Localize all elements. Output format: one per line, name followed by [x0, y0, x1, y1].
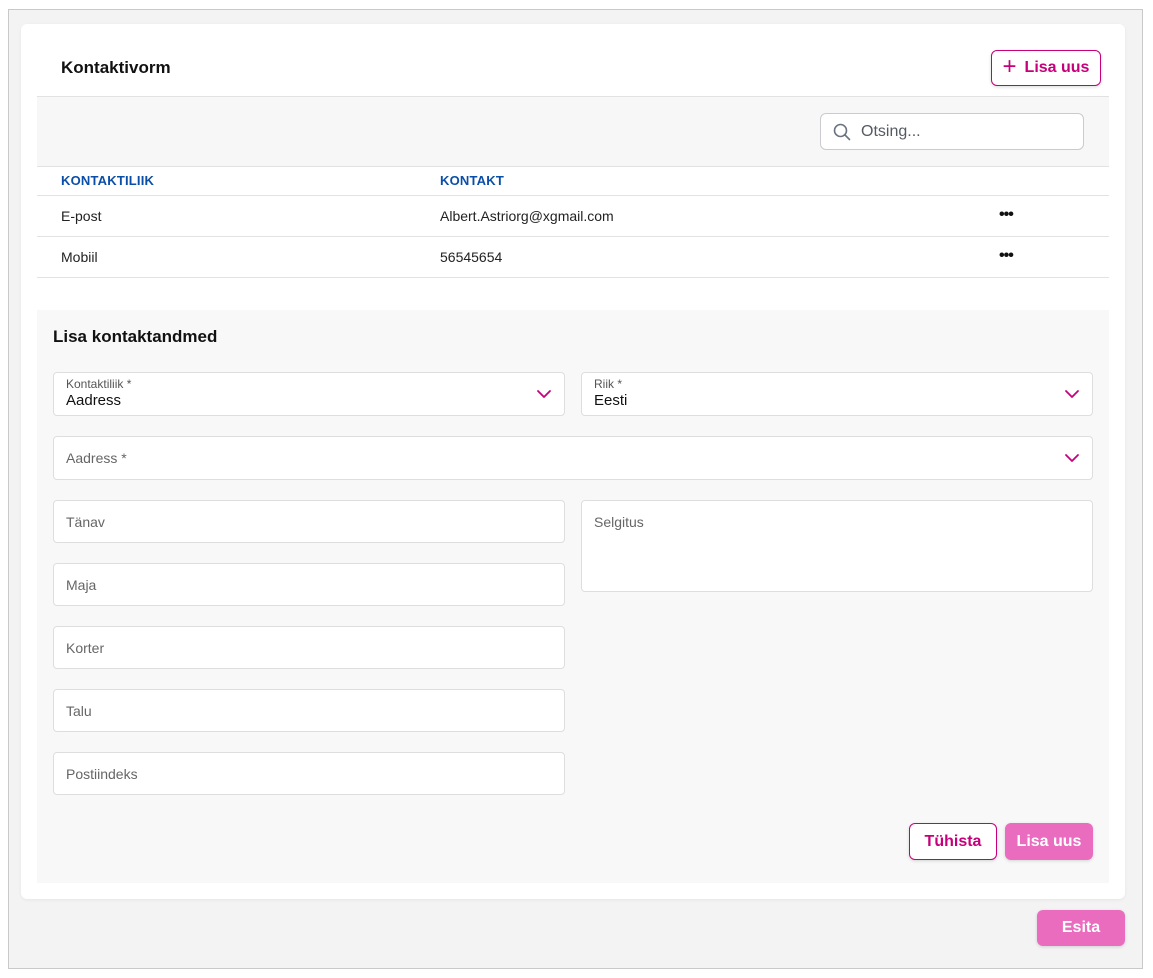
- apartment-placeholder: Korter: [66, 640, 105, 656]
- postal-code-field[interactable]: Postiindeks: [53, 752, 565, 795]
- search-input[interactable]: [861, 122, 1061, 141]
- page-title: Kontaktivorm: [61, 58, 171, 77]
- row-divider: [37, 277, 1109, 278]
- section-title: Lisa kontaktandmed: [53, 327, 218, 346]
- street-placeholder: Tänav: [66, 514, 105, 530]
- postal-code-placeholder: Postiindeks: [66, 766, 138, 782]
- farm-placeholder: Talu: [66, 703, 92, 719]
- explanation-textarea[interactable]: Selgitus: [581, 500, 1093, 592]
- chevron-down-icon: [1065, 454, 1079, 462]
- address-select[interactable]: Aadress *: [53, 436, 1093, 480]
- chevron-down-icon: [537, 390, 551, 398]
- address-placeholder: Aadress *: [66, 450, 127, 466]
- submit-button[interactable]: Esita: [1037, 910, 1125, 946]
- apartment-field[interactable]: Korter: [53, 626, 565, 669]
- contact-type-label: Kontaktiliik *: [66, 377, 132, 391]
- add-contact-button-label: Lisa uus: [1016, 832, 1082, 850]
- explanation-placeholder: Selgitus: [594, 514, 644, 530]
- chevron-down-icon: [1065, 390, 1079, 398]
- cell-contact: 56545654: [440, 249, 503, 265]
- search-field[interactable]: [820, 113, 1084, 150]
- country-label: Riik *: [594, 377, 623, 391]
- cell-contact-type: E-post: [61, 208, 102, 224]
- submit-button-label: Esita: [1061, 919, 1101, 936]
- contact-type-select[interactable]: Kontaktiliik * Aadress: [53, 372, 565, 416]
- house-placeholder: Maja: [66, 577, 97, 593]
- cell-contact-type: Mobiil: [61, 249, 98, 265]
- contact-type-value: Aadress: [66, 392, 122, 409]
- row-divider: [37, 236, 1109, 237]
- plus-icon: +: [1002, 53, 1017, 80]
- street-field[interactable]: Tänav: [53, 500, 565, 543]
- cancel-button[interactable]: Tühista: [909, 823, 997, 860]
- cancel-button-label: Tühista: [924, 832, 982, 850]
- add-new-button-label: Lisa uus: [1024, 59, 1090, 76]
- house-field[interactable]: Maja: [53, 563, 565, 606]
- more-options-icon[interactable]: •••: [999, 247, 1014, 265]
- country-select[interactable]: Riik * Eesti: [581, 372, 1093, 416]
- add-new-button[interactable]: + Lisa uus: [991, 50, 1101, 86]
- search-icon: [833, 123, 851, 140]
- add-contact-button[interactable]: Lisa uus: [1005, 823, 1093, 860]
- column-header-contact[interactable]: KONTAKT: [440, 173, 504, 188]
- column-header-contact-type[interactable]: KONTAKTILIIK: [61, 173, 154, 188]
- row-divider: [37, 195, 1109, 196]
- farm-field[interactable]: Talu: [53, 689, 565, 732]
- cell-contact: Albert.Astriorg@xgmail.com: [440, 208, 614, 224]
- more-options-icon[interactable]: •••: [999, 206, 1014, 224]
- country-value: Eesti: [594, 392, 628, 409]
